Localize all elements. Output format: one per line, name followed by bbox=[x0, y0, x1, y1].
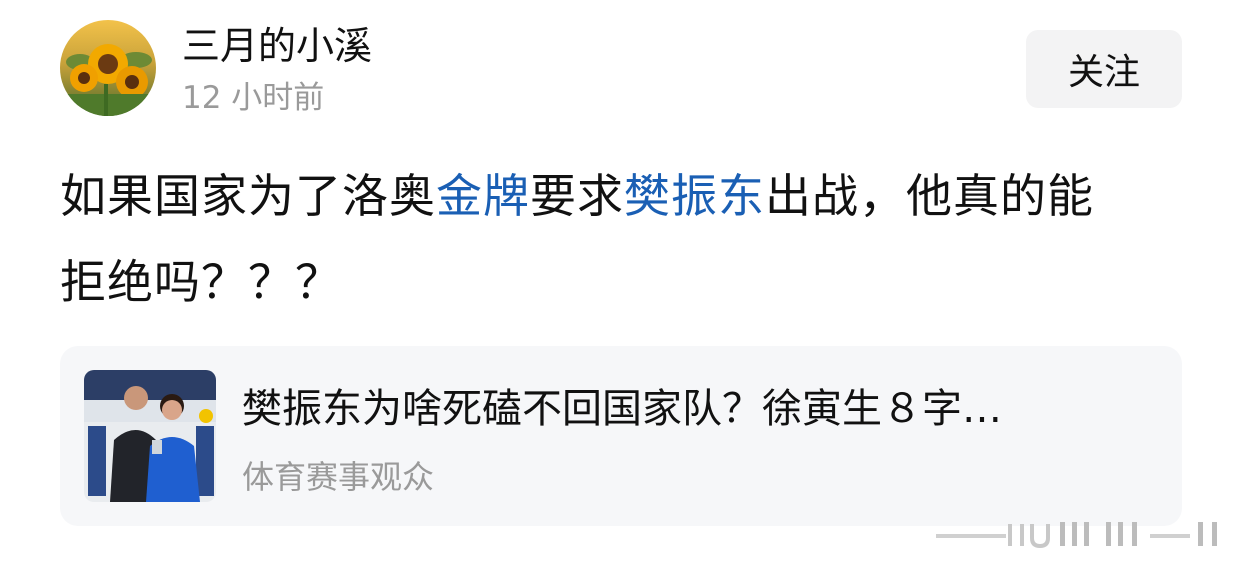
article-source: 体育赛事观众 bbox=[242, 458, 435, 496]
post-text-line-2: 拒绝吗？？？ bbox=[60, 255, 342, 309]
post-text-segment: 出战，他真的能 bbox=[765, 169, 1094, 223]
post-timestamp: 12 小时前 bbox=[182, 80, 325, 116]
sunflower-avatar-icon bbox=[60, 20, 156, 116]
article-photo-thumbnail bbox=[84, 370, 216, 502]
post-text-segment: 要求 bbox=[530, 169, 624, 223]
follow-button[interactable]: 关注 bbox=[1026, 30, 1182, 108]
watermark-logo-icon bbox=[936, 522, 1217, 549]
keyword-link-gold-medal[interactable]: 金牌 bbox=[436, 169, 530, 223]
keyword-link-fan-zhendong[interactable]: 樊振东 bbox=[624, 169, 765, 223]
post-body: 如果国家为了洛奥金牌要求樊振东出战，他真的能 拒绝吗？？？ bbox=[60, 168, 1190, 340]
linked-article-card[interactable]: 樊振东为啥死磕不回国家队？徐寅生８字… 体育赛事观众 bbox=[60, 346, 1182, 526]
avatar[interactable] bbox=[60, 20, 156, 116]
watermark bbox=[936, 516, 1226, 552]
article-thumbnail bbox=[84, 370, 216, 502]
post-text-segment: 如果国家为了洛奥 bbox=[60, 169, 436, 223]
post-text-line-1: 如果国家为了洛奥金牌要求樊振东出战，他真的能 bbox=[60, 168, 1190, 224]
author-name[interactable]: 三月的小溪 bbox=[182, 22, 372, 70]
article-title: 樊振东为啥死磕不回国家队？徐寅生８字… bbox=[242, 386, 1002, 432]
